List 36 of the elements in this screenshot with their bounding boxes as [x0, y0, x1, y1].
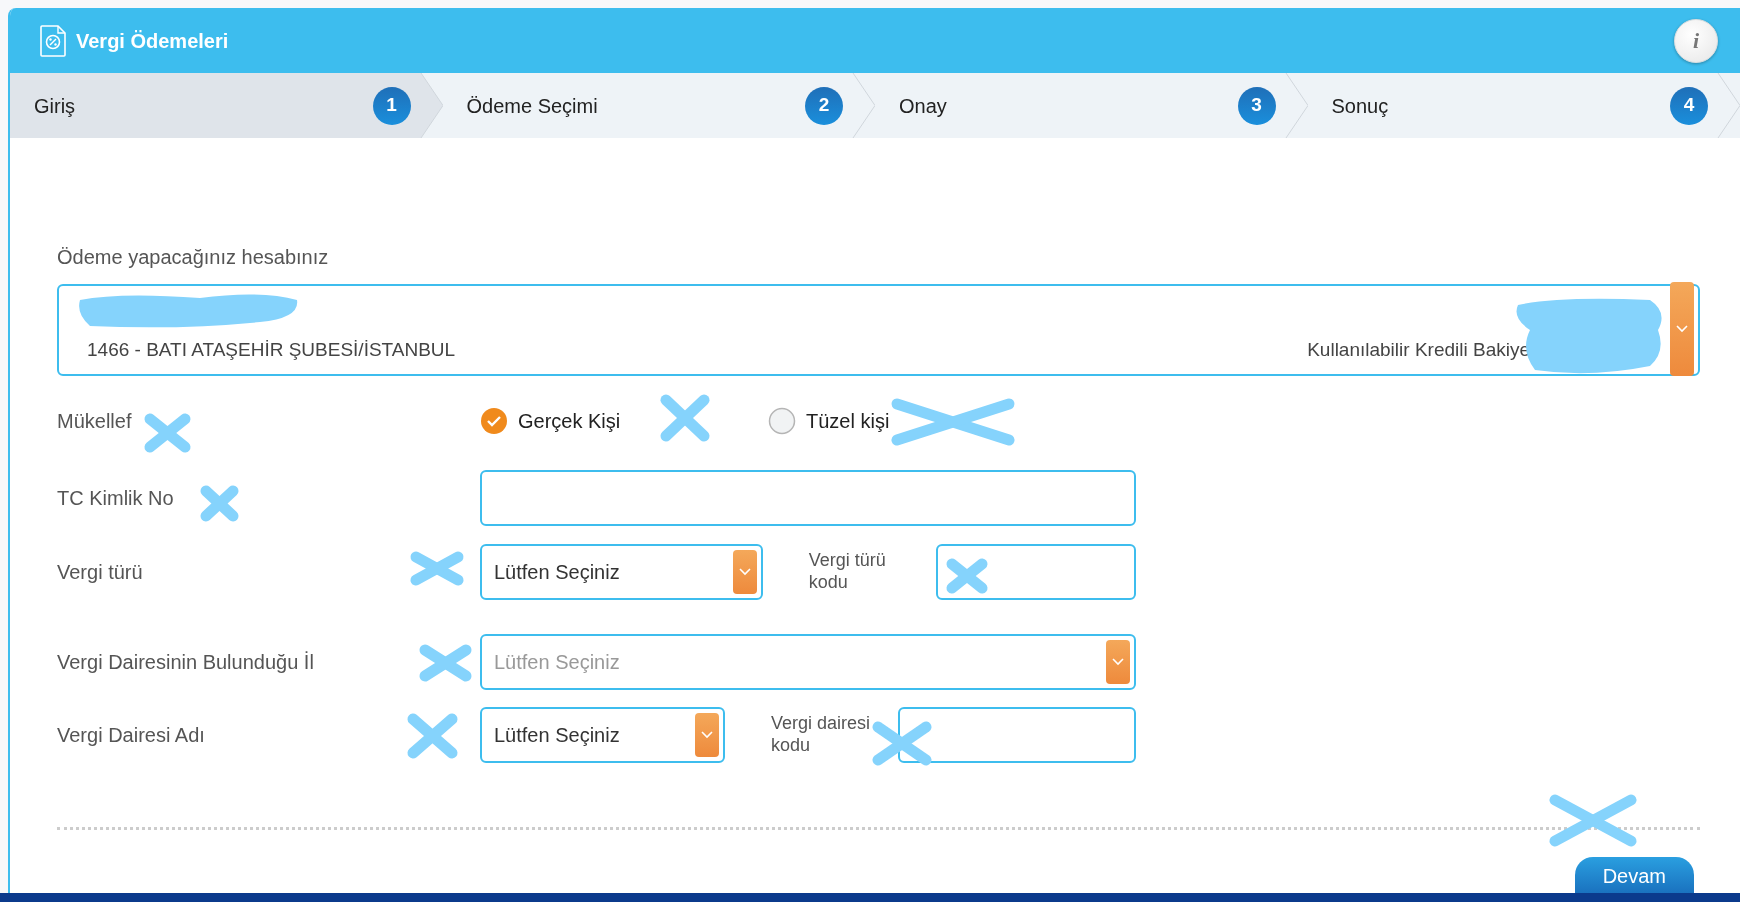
scribble-mark [872, 721, 932, 766]
scribble-mark [410, 551, 464, 586]
select-field[interactable]: Lütfen Seçiniz [480, 707, 725, 763]
info-button[interactable]: i [1674, 18, 1718, 63]
field-label: Mükellef [57, 409, 132, 434]
caret-icon [738, 568, 751, 576]
caret-icon [1676, 325, 1688, 333]
window-title: Vergi Ödemeleri [76, 28, 229, 54]
select-field[interactable]: Lütfen Seçiniz [480, 544, 763, 600]
field-label: Vergi Dairesi Adı [57, 723, 205, 748]
scribble-mark [407, 713, 458, 759]
field-label: Vergi dairesi kodu [771, 713, 871, 757]
input-field[interactable] [898, 707, 1136, 763]
tax-document-icon [40, 24, 66, 57]
continue-button[interactable]: Devam [1574, 857, 1694, 893]
field-label: Vergi türü kodu [808, 550, 887, 594]
chevron-divider [1283, 73, 1308, 138]
scribble-mark [660, 394, 710, 442]
scribble-mark [946, 558, 988, 594]
scribble-mark [419, 644, 472, 682]
chevron-divider [1716, 73, 1740, 138]
radio-option[interactable]: Gerçek Kişi [480, 406, 768, 436]
scribble-mark [144, 413, 191, 453]
chevron-divider [418, 73, 443, 138]
field-label: TC Kimlik No [57, 486, 174, 511]
account-branch: 1466 - BATI ATAŞEHİR ŞUBESİ/İSTANBUL [87, 337, 457, 362]
caret-icon [701, 731, 713, 739]
field-label: Vergi türü [57, 560, 143, 585]
field-label: Ödeme yapacağınız hesabınız [57, 245, 330, 270]
field-label: Vergi Dairesinin Bulunduğu İl [57, 650, 314, 675]
caret-icon [1112, 658, 1124, 666]
scribble-mark [200, 485, 239, 522]
chevron-divider [851, 73, 875, 138]
input-field[interactable] [480, 470, 1136, 526]
input-field[interactable] [935, 544, 1136, 600]
radio-option[interactable]: Tüzel kişi [768, 406, 890, 436]
